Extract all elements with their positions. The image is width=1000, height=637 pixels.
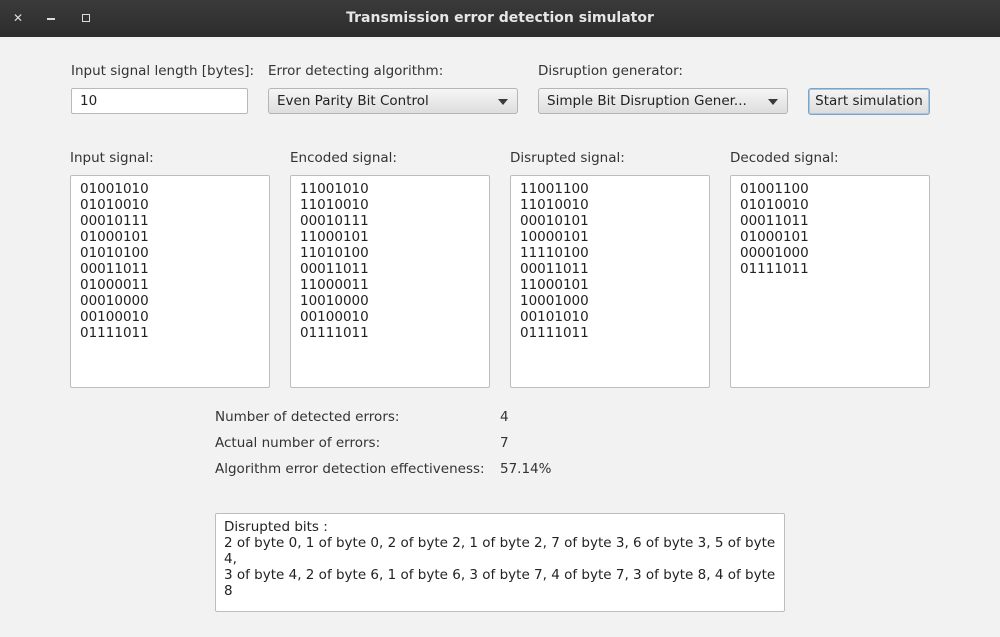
disrupted-signal-textarea[interactable]: 11001100 11010010 00010101 10000101 1111…	[510, 175, 710, 388]
byte-line: 11000011	[300, 277, 369, 293]
decoded-signal-label: Decoded signal:	[730, 150, 839, 166]
byte-line: 01001010	[80, 181, 149, 197]
input-signal-textarea[interactable]: 01001010 01010010 00010111 01000101 0101…	[70, 175, 270, 388]
byte-line: 11001010	[300, 181, 369, 197]
byte-line: 10010000	[300, 293, 369, 309]
disruption-select-value: Simple Bit Disruption Gener...	[547, 93, 747, 109]
detected-errors-label: Number of detected errors:	[215, 409, 400, 425]
chevron-down-icon	[498, 99, 508, 105]
actual-errors-value: 7	[500, 435, 509, 451]
input-signal-label: Input signal:	[70, 150, 154, 166]
byte-line: 11010100	[300, 245, 369, 261]
window-title: Transmission error detection simulator	[346, 10, 654, 26]
byte-line: 00001000	[740, 245, 809, 261]
byte-line: 01001100	[740, 181, 809, 197]
byte-line: 01010010	[80, 197, 149, 213]
algorithm-select[interactable]: Even Parity Bit Control	[268, 88, 518, 114]
disrupted-bits-line: 3 of byte 4, 2 of byte 6, 1 of byte 6, 3…	[224, 567, 776, 599]
effectiveness-value: 57.14%	[500, 461, 552, 477]
start-simulation-button[interactable]: Start simulation	[808, 88, 930, 115]
disrupted-bits-textarea[interactable]: Disrupted bits : 2 of byte 0, 1 of byte …	[215, 513, 785, 612]
byte-line: 11000101	[520, 277, 589, 293]
detected-errors-value: 4	[500, 409, 509, 425]
byte-line: 01010010	[740, 197, 809, 213]
byte-line: 10001000	[520, 293, 589, 309]
byte-line: 00100010	[300, 309, 369, 325]
algorithm-label: Error detecting algorithm:	[268, 63, 444, 79]
title-bar: ✕ Transmission error detection simulator	[0, 0, 1000, 37]
byte-line: 01000101	[740, 229, 809, 245]
disruption-select[interactable]: Simple Bit Disruption Gener...	[538, 88, 788, 114]
byte-line: 01000011	[80, 277, 149, 293]
actual-errors-label: Actual number of errors:	[215, 435, 381, 451]
byte-line: 01111011	[520, 325, 589, 341]
disrupted-bits-header: Disrupted bits :	[224, 519, 328, 535]
byte-line: 00101010	[520, 309, 589, 325]
byte-line: 00010000	[80, 293, 149, 309]
byte-line: 00011011	[520, 261, 589, 277]
byte-line: 00010111	[80, 213, 149, 229]
byte-line: 00011011	[80, 261, 149, 277]
effectiveness-label: Algorithm error detection effectiveness:	[215, 461, 485, 477]
disrupted-bits-line: 2 of byte 0, 1 of byte 0, 2 of byte 2, 1…	[224, 535, 776, 567]
decoded-signal-textarea[interactable]: 01001100 01010010 00011011 01000101 0000…	[730, 175, 930, 388]
byte-line: 00100010	[80, 309, 149, 325]
byte-line: 01010100	[80, 245, 149, 261]
byte-line: 00010111	[300, 213, 369, 229]
byte-line: 11110100	[520, 245, 589, 261]
disruption-label: Disruption generator:	[538, 63, 683, 79]
byte-line: 01111011	[300, 325, 369, 341]
byte-line: 00011011	[740, 213, 809, 229]
byte-line: 11010010	[300, 197, 369, 213]
encoded-signal-label: Encoded signal:	[290, 150, 397, 166]
byte-line: 11001100	[520, 181, 589, 197]
length-label: Input signal length [bytes]:	[71, 63, 255, 79]
disrupted-signal-label: Disrupted signal:	[510, 150, 625, 166]
byte-line: 00011011	[300, 261, 369, 277]
byte-line: 10000101	[520, 229, 589, 245]
encoded-signal-textarea[interactable]: 11001010 11010010 00010111 11000101 1101…	[290, 175, 490, 388]
byte-line: 11000101	[300, 229, 369, 245]
algorithm-select-value: Even Parity Bit Control	[277, 93, 429, 109]
byte-line: 01000101	[80, 229, 149, 245]
byte-line: 01111011	[740, 261, 809, 277]
byte-line: 00010101	[520, 213, 589, 229]
signal-length-input[interactable]: 10	[71, 88, 248, 114]
byte-line: 11010010	[520, 197, 589, 213]
chevron-down-icon	[768, 99, 778, 105]
byte-line: 01111011	[80, 325, 149, 341]
